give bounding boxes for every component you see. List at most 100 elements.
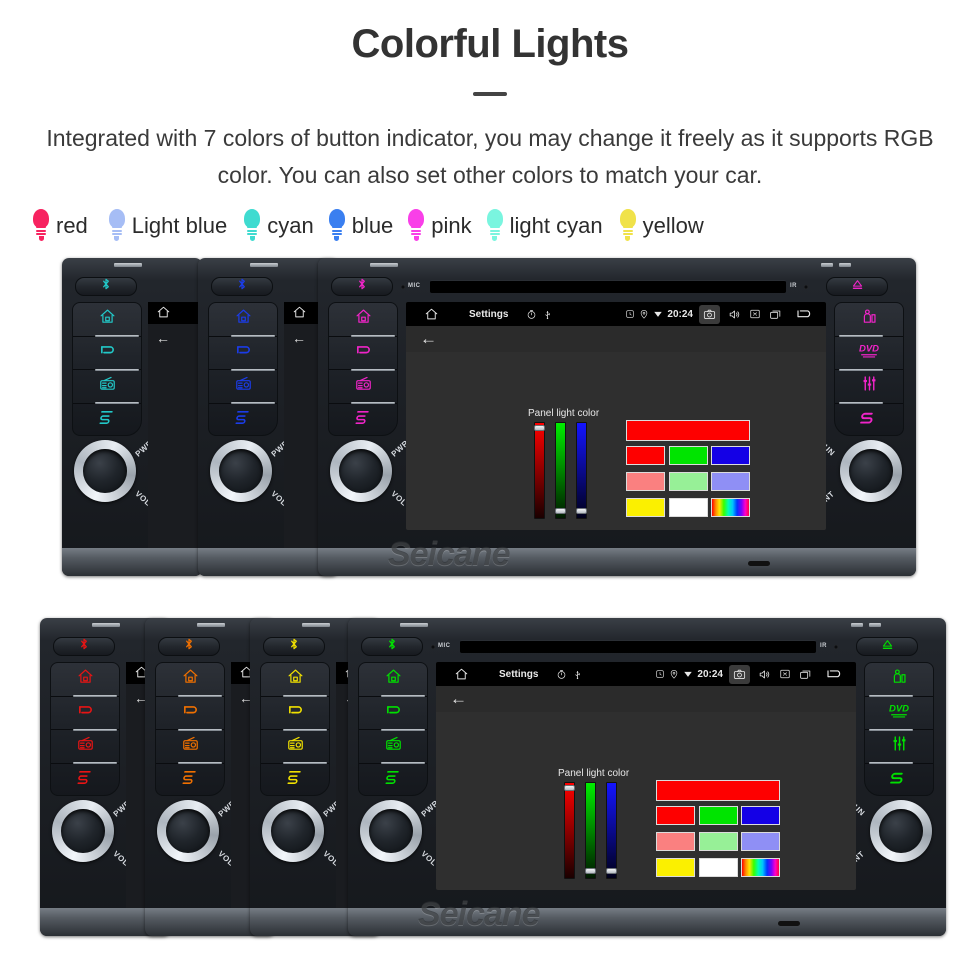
left-button-home[interactable] xyxy=(261,663,329,697)
swatch-light-red[interactable] xyxy=(656,832,695,851)
status-camera-icon[interactable] xyxy=(699,304,720,324)
swatch-yellow[interactable] xyxy=(626,498,665,517)
bluetooth-button[interactable] xyxy=(263,637,325,656)
swatch-white[interactable] xyxy=(698,858,738,877)
left-button-sd-card[interactable] xyxy=(329,404,397,438)
left-button-home[interactable] xyxy=(156,663,224,697)
status-close-icon[interactable] xyxy=(779,668,791,680)
left-button-sd-card[interactable] xyxy=(359,764,427,798)
right-button-equalizer[interactable] xyxy=(835,370,903,404)
right-button-dvd[interactable]: DVD xyxy=(865,697,933,730)
right-button-navigation[interactable] xyxy=(835,303,903,337)
bluetooth-button[interactable] xyxy=(75,277,137,296)
volume-power-knob[interactable] xyxy=(360,800,422,862)
slider-handle-red[interactable] xyxy=(564,785,575,791)
status-recents-icon[interactable] xyxy=(799,668,812,681)
eject-button[interactable] xyxy=(826,277,888,296)
status-home-icon[interactable] xyxy=(424,307,439,322)
status-camera-icon[interactable] xyxy=(729,664,750,684)
cd-slot[interactable] xyxy=(430,280,786,293)
bluetooth-button[interactable] xyxy=(331,277,393,296)
right-button-dvd[interactable]: DVD xyxy=(835,337,903,370)
slider-handle-blue[interactable] xyxy=(606,868,617,874)
swatch-light-red[interactable] xyxy=(626,472,665,491)
tune-enter-knob[interactable] xyxy=(870,800,932,862)
swatch-light-blue[interactable] xyxy=(711,472,750,491)
volume-power-knob[interactable] xyxy=(74,440,136,502)
left-button-return[interactable] xyxy=(359,697,427,730)
swatch-yellow[interactable] xyxy=(656,858,695,877)
slider-handle-red[interactable] xyxy=(534,425,545,431)
left-button-home[interactable] xyxy=(359,663,427,697)
bluetooth-button[interactable] xyxy=(361,637,423,656)
swatch-rainbow[interactable] xyxy=(741,858,780,877)
left-button-home[interactable] xyxy=(209,303,277,337)
left-button-return[interactable] xyxy=(51,697,119,730)
slider-handle-blue[interactable] xyxy=(576,508,587,514)
slider-green[interactable] xyxy=(555,422,566,519)
slider-blue[interactable] xyxy=(606,782,617,879)
left-button-radio[interactable] xyxy=(209,370,277,404)
swatch-green[interactable] xyxy=(698,806,738,825)
back-button[interactable]: ← xyxy=(450,689,467,709)
slider-red[interactable] xyxy=(564,782,575,879)
left-button-radio[interactable] xyxy=(329,370,397,404)
swatch-light-green[interactable] xyxy=(698,832,738,851)
slider-red[interactable] xyxy=(534,422,545,519)
volume-power-knob[interactable] xyxy=(330,440,392,502)
swatch-red[interactable] xyxy=(656,806,695,825)
left-button-home[interactable] xyxy=(329,303,397,337)
right-button-sd[interactable] xyxy=(835,404,903,438)
left-button-radio[interactable] xyxy=(156,730,224,764)
bluetooth-button[interactable] xyxy=(158,637,220,656)
left-button-home[interactable] xyxy=(73,303,141,337)
back-arrow[interactable]: ← xyxy=(292,330,306,346)
bluetooth-button[interactable] xyxy=(53,637,115,656)
left-button-return[interactable] xyxy=(261,697,329,730)
status-volume-icon[interactable] xyxy=(728,308,741,321)
left-button-return[interactable] xyxy=(156,697,224,730)
slider-handle-green[interactable] xyxy=(585,868,596,874)
tune-enter-knob[interactable] xyxy=(840,440,902,502)
left-button-radio[interactable] xyxy=(261,730,329,764)
swatch-light-blue[interactable] xyxy=(741,832,780,851)
touch-screen[interactable]: Settings 20:24 ← Panel light color xyxy=(406,302,826,530)
swatch-blue[interactable] xyxy=(741,806,780,825)
swatch-green[interactable] xyxy=(668,446,708,465)
volume-power-knob[interactable] xyxy=(52,800,114,862)
slider-green[interactable] xyxy=(585,782,596,879)
volume-power-knob[interactable] xyxy=(262,800,324,862)
swatch-red[interactable] xyxy=(626,446,665,465)
volume-power-knob[interactable] xyxy=(210,440,272,502)
right-button-equalizer[interactable] xyxy=(865,730,933,764)
swatch-blue[interactable] xyxy=(711,446,750,465)
bluetooth-button[interactable] xyxy=(211,277,273,296)
left-button-radio[interactable] xyxy=(73,370,141,404)
left-button-return[interactable] xyxy=(329,337,397,370)
status-home-icon[interactable] xyxy=(454,667,469,682)
left-button-return[interactable] xyxy=(73,337,141,370)
left-button-sd-card[interactable] xyxy=(156,764,224,798)
swatch-white[interactable] xyxy=(668,498,708,517)
left-button-radio[interactable] xyxy=(51,730,119,764)
left-button-home[interactable] xyxy=(51,663,119,697)
slider-handle-green[interactable] xyxy=(555,508,566,514)
right-button-sd[interactable] xyxy=(865,764,933,798)
touch-screen[interactable]: Settings 20:24 ← Panel light color xyxy=(436,662,856,890)
status-recents-icon[interactable] xyxy=(769,308,782,321)
swatch-rainbow[interactable] xyxy=(711,498,750,517)
status-close-icon[interactable] xyxy=(749,308,761,320)
left-button-sd-card[interactable] xyxy=(73,404,141,438)
cd-slot[interactable] xyxy=(460,640,816,653)
left-button-sd-card[interactable] xyxy=(209,404,277,438)
left-button-sd-card[interactable] xyxy=(261,764,329,798)
slider-blue[interactable] xyxy=(576,422,587,519)
left-button-sd-card[interactable] xyxy=(51,764,119,798)
status-back-icon[interactable] xyxy=(824,664,844,684)
left-button-radio[interactable] xyxy=(359,730,427,764)
volume-power-knob[interactable] xyxy=(157,800,219,862)
back-arrow[interactable]: ← xyxy=(156,330,170,346)
left-button-return[interactable] xyxy=(209,337,277,370)
back-button[interactable]: ← xyxy=(420,329,437,349)
right-button-navigation[interactable] xyxy=(865,663,933,697)
